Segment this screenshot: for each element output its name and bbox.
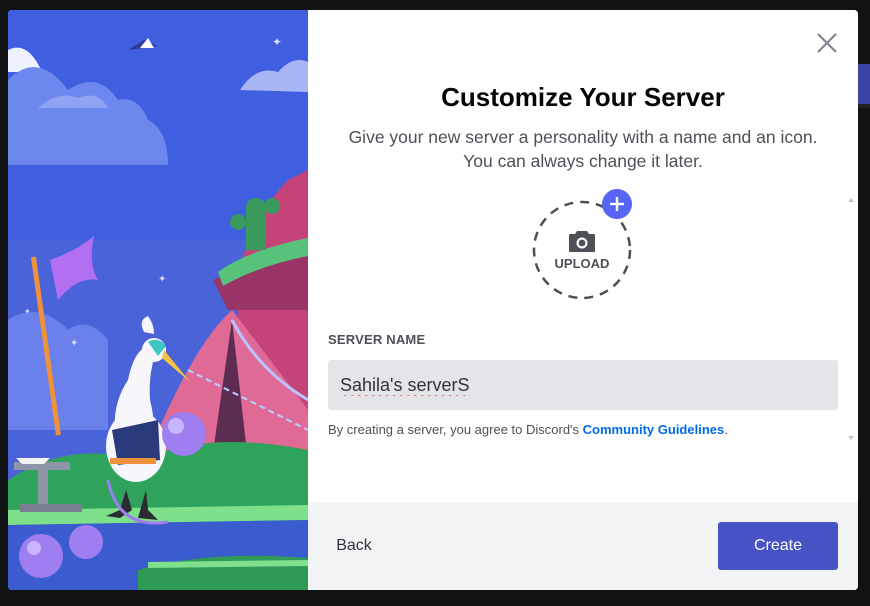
backdrop-element xyxy=(858,104,870,108)
close-icon[interactable] xyxy=(814,30,840,56)
modal-footer: Back Create xyxy=(308,502,858,590)
svg-text:✦: ✦ xyxy=(158,274,166,285)
server-name-input[interactable] xyxy=(328,360,838,410)
server-name-label: SERVER NAME xyxy=(328,332,426,347)
plus-icon xyxy=(610,197,624,211)
modal-title: Customize Your Server xyxy=(441,82,725,112)
terms-suffix: . xyxy=(724,422,728,437)
modal-content-panel: Customize Your Server Give your new serv… xyxy=(308,10,858,590)
create-button[interactable]: Create xyxy=(718,522,838,570)
upload-badge[interactable] xyxy=(602,189,632,219)
modal-illustration: ✦ ✦ ✦ ✦ xyxy=(8,10,308,590)
terms-prefix: By creating a server, you agree to Disco… xyxy=(328,422,583,437)
scrollbar-down-arrow[interactable] xyxy=(848,436,854,440)
backdrop-element xyxy=(858,64,870,104)
back-button[interactable]: Back xyxy=(324,524,384,568)
community-guidelines-link[interactable]: Community Guidelines xyxy=(583,422,725,437)
upload-icon-button[interactable]: UPLOAD xyxy=(532,189,632,300)
svg-text:✦: ✦ xyxy=(272,35,282,49)
create-server-modal: ✦ ✦ ✦ ✦ Customize Your Server Give your … xyxy=(8,10,858,590)
modal-subtitle: Give your new server a personality with … xyxy=(348,127,818,171)
scrollbar-up-arrow[interactable] xyxy=(848,198,854,202)
camera-icon xyxy=(569,231,595,252)
svg-text:✦: ✦ xyxy=(24,307,31,316)
svg-text:✦: ✦ xyxy=(70,338,78,349)
upload-label: UPLOAD xyxy=(554,256,610,271)
terms-text: By creating a server, you agree to Disco… xyxy=(328,422,728,437)
